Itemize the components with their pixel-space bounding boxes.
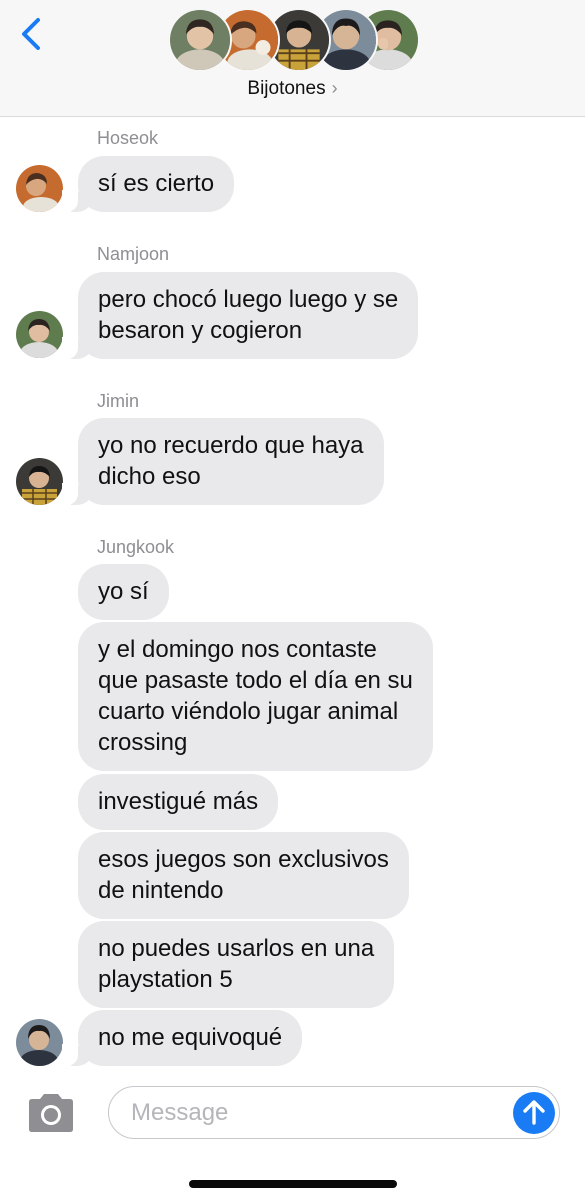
- sender-name: Jimin: [97, 391, 140, 411]
- avatar-namjoon[interactable]: [16, 311, 63, 358]
- message-bubble[interactable]: investigué más: [78, 774, 279, 830]
- group-name: Bijotones: [247, 78, 326, 99]
- message-text: yo sí: [98, 578, 149, 605]
- camera-icon[interactable]: [25, 1092, 77, 1134]
- chat-screen: Bijotones › Hoseok sí es cierto Namjoon p…: [0, 0, 585, 1200]
- message-text: playstation 5: [98, 966, 233, 993]
- message-text: pero chocó luego luego y se: [98, 286, 399, 313]
- message-bubble[interactable]: no me equivoqué: [61, 1010, 303, 1066]
- message-bubble[interactable]: no puedes usarlos en una playstation 5: [78, 921, 395, 1008]
- chevron-left-icon[interactable]: [14, 14, 50, 54]
- avatar-jimin[interactable]: [16, 458, 63, 505]
- message-bubble[interactable]: esos juegos son exclusivos de nintendo: [78, 832, 409, 919]
- message-bubble[interactable]: sí es cierto: [61, 156, 235, 212]
- message-text: sí es cierto: [98, 170, 215, 197]
- message-bubble[interactable]: y el domingo nos contaste que pasaste to…: [78, 622, 433, 771]
- message-bubble[interactable]: yo sí: [78, 564, 169, 620]
- home-indicator[interactable]: [189, 1180, 397, 1188]
- chevron-right-icon: ›: [331, 78, 338, 98]
- sender-name: Jungkook: [97, 537, 175, 557]
- message-text: no me equivoqué: [98, 1024, 283, 1051]
- message-text: dicho eso: [98, 463, 201, 490]
- message-text: yo no recuerdo que haya: [98, 432, 364, 459]
- message-bubble[interactable]: pero chocó luego luego y se besaron y co…: [61, 272, 419, 359]
- message-text: y el domingo nos contaste: [98, 636, 377, 663]
- message-bubble[interactable]: yo no recuerdo que haya dicho eso: [62, 418, 384, 505]
- sender-name: Namjoon: [97, 244, 170, 264]
- chat-header: Bijotones ›: [0, 0, 585, 117]
- group-name-button[interactable]: Bijotones ›: [0, 78, 585, 100]
- message-text: crossing: [98, 729, 188, 756]
- message-text: de nintendo: [98, 877, 224, 904]
- avatar: [168, 8, 232, 72]
- avatar-hoseok[interactable]: [16, 165, 63, 212]
- avatar-jungkook[interactable]: [16, 1019, 63, 1066]
- message-text: besaron y cogieron: [98, 317, 303, 344]
- message-text: no puedes usarlos en una: [98, 935, 375, 962]
- sender-name: Hoseok: [97, 128, 159, 148]
- send-arrow-icon[interactable]: [513, 1092, 555, 1134]
- message-text: que pasaste todo el día en su: [98, 667, 413, 694]
- message-text: esos juegos son exclusivos: [98, 846, 389, 873]
- message-text: cuarto viéndolo jugar animal: [98, 698, 399, 725]
- message-text: investigué más: [98, 788, 259, 815]
- group-avatars[interactable]: [168, 8, 420, 72]
- message-input-placeholder: Message: [131, 1099, 229, 1126]
- message-input[interactable]: Message: [108, 1086, 560, 1139]
